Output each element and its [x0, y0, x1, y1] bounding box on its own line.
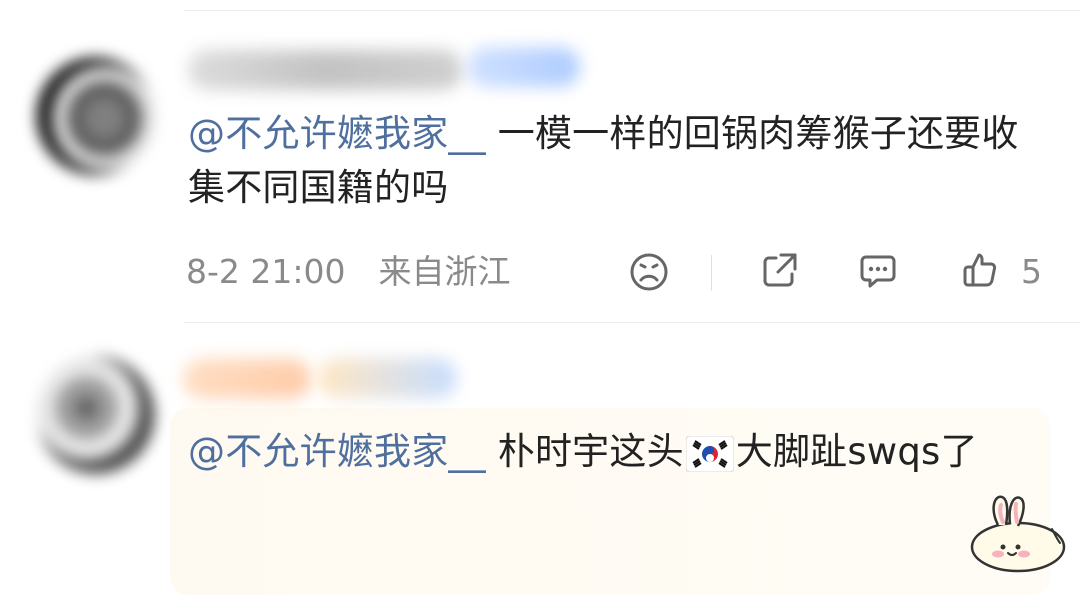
comment-text: @不允许嬷我家__ 一模一样的回锅肉筹猴子还要收集不同国籍的吗: [188, 107, 1038, 215]
like-count: 5: [1021, 252, 1042, 291]
south-korea-flag-icon: [685, 433, 735, 472]
thumbs-up-icon[interactable]: [958, 249, 1000, 291]
blurred-badge: [318, 358, 457, 398]
top-divider: [184, 10, 1080, 11]
frown-icon[interactable]: [628, 251, 670, 293]
comment-body-part-1: 朴时宇这头: [485, 430, 684, 473]
comment-meta-row: 8-2 21:00 来自浙江 5: [186, 249, 1056, 295]
blurred-username[interactable]: [183, 359, 311, 399]
mention-link[interactable]: @不允许嬷我家__: [188, 112, 486, 155]
comment-body-part-2: 大脚趾swqs了: [735, 430, 978, 473]
comment-meta: 8-2 21:00 来自浙江: [186, 250, 511, 294]
reply-icon[interactable]: [857, 249, 899, 291]
blurred-username[interactable]: [188, 50, 463, 90]
timestamp: 8-2 21:00: [186, 252, 346, 291]
blurred-badge: [467, 47, 580, 87]
avatar[interactable]: [36, 57, 154, 175]
location: 来自浙江: [378, 252, 511, 291]
mention-link[interactable]: @不允许嬷我家__: [188, 430, 486, 473]
avatar[interactable]: [37, 356, 155, 474]
action-divider: [711, 255, 712, 291]
comment-text: @不允许嬷我家__ 朴时宇这头 大脚趾swqs了: [188, 425, 1038, 479]
bunny-sticker: [970, 495, 1066, 573]
row-divider: [184, 322, 1080, 323]
share-icon[interactable]: [759, 249, 801, 291]
